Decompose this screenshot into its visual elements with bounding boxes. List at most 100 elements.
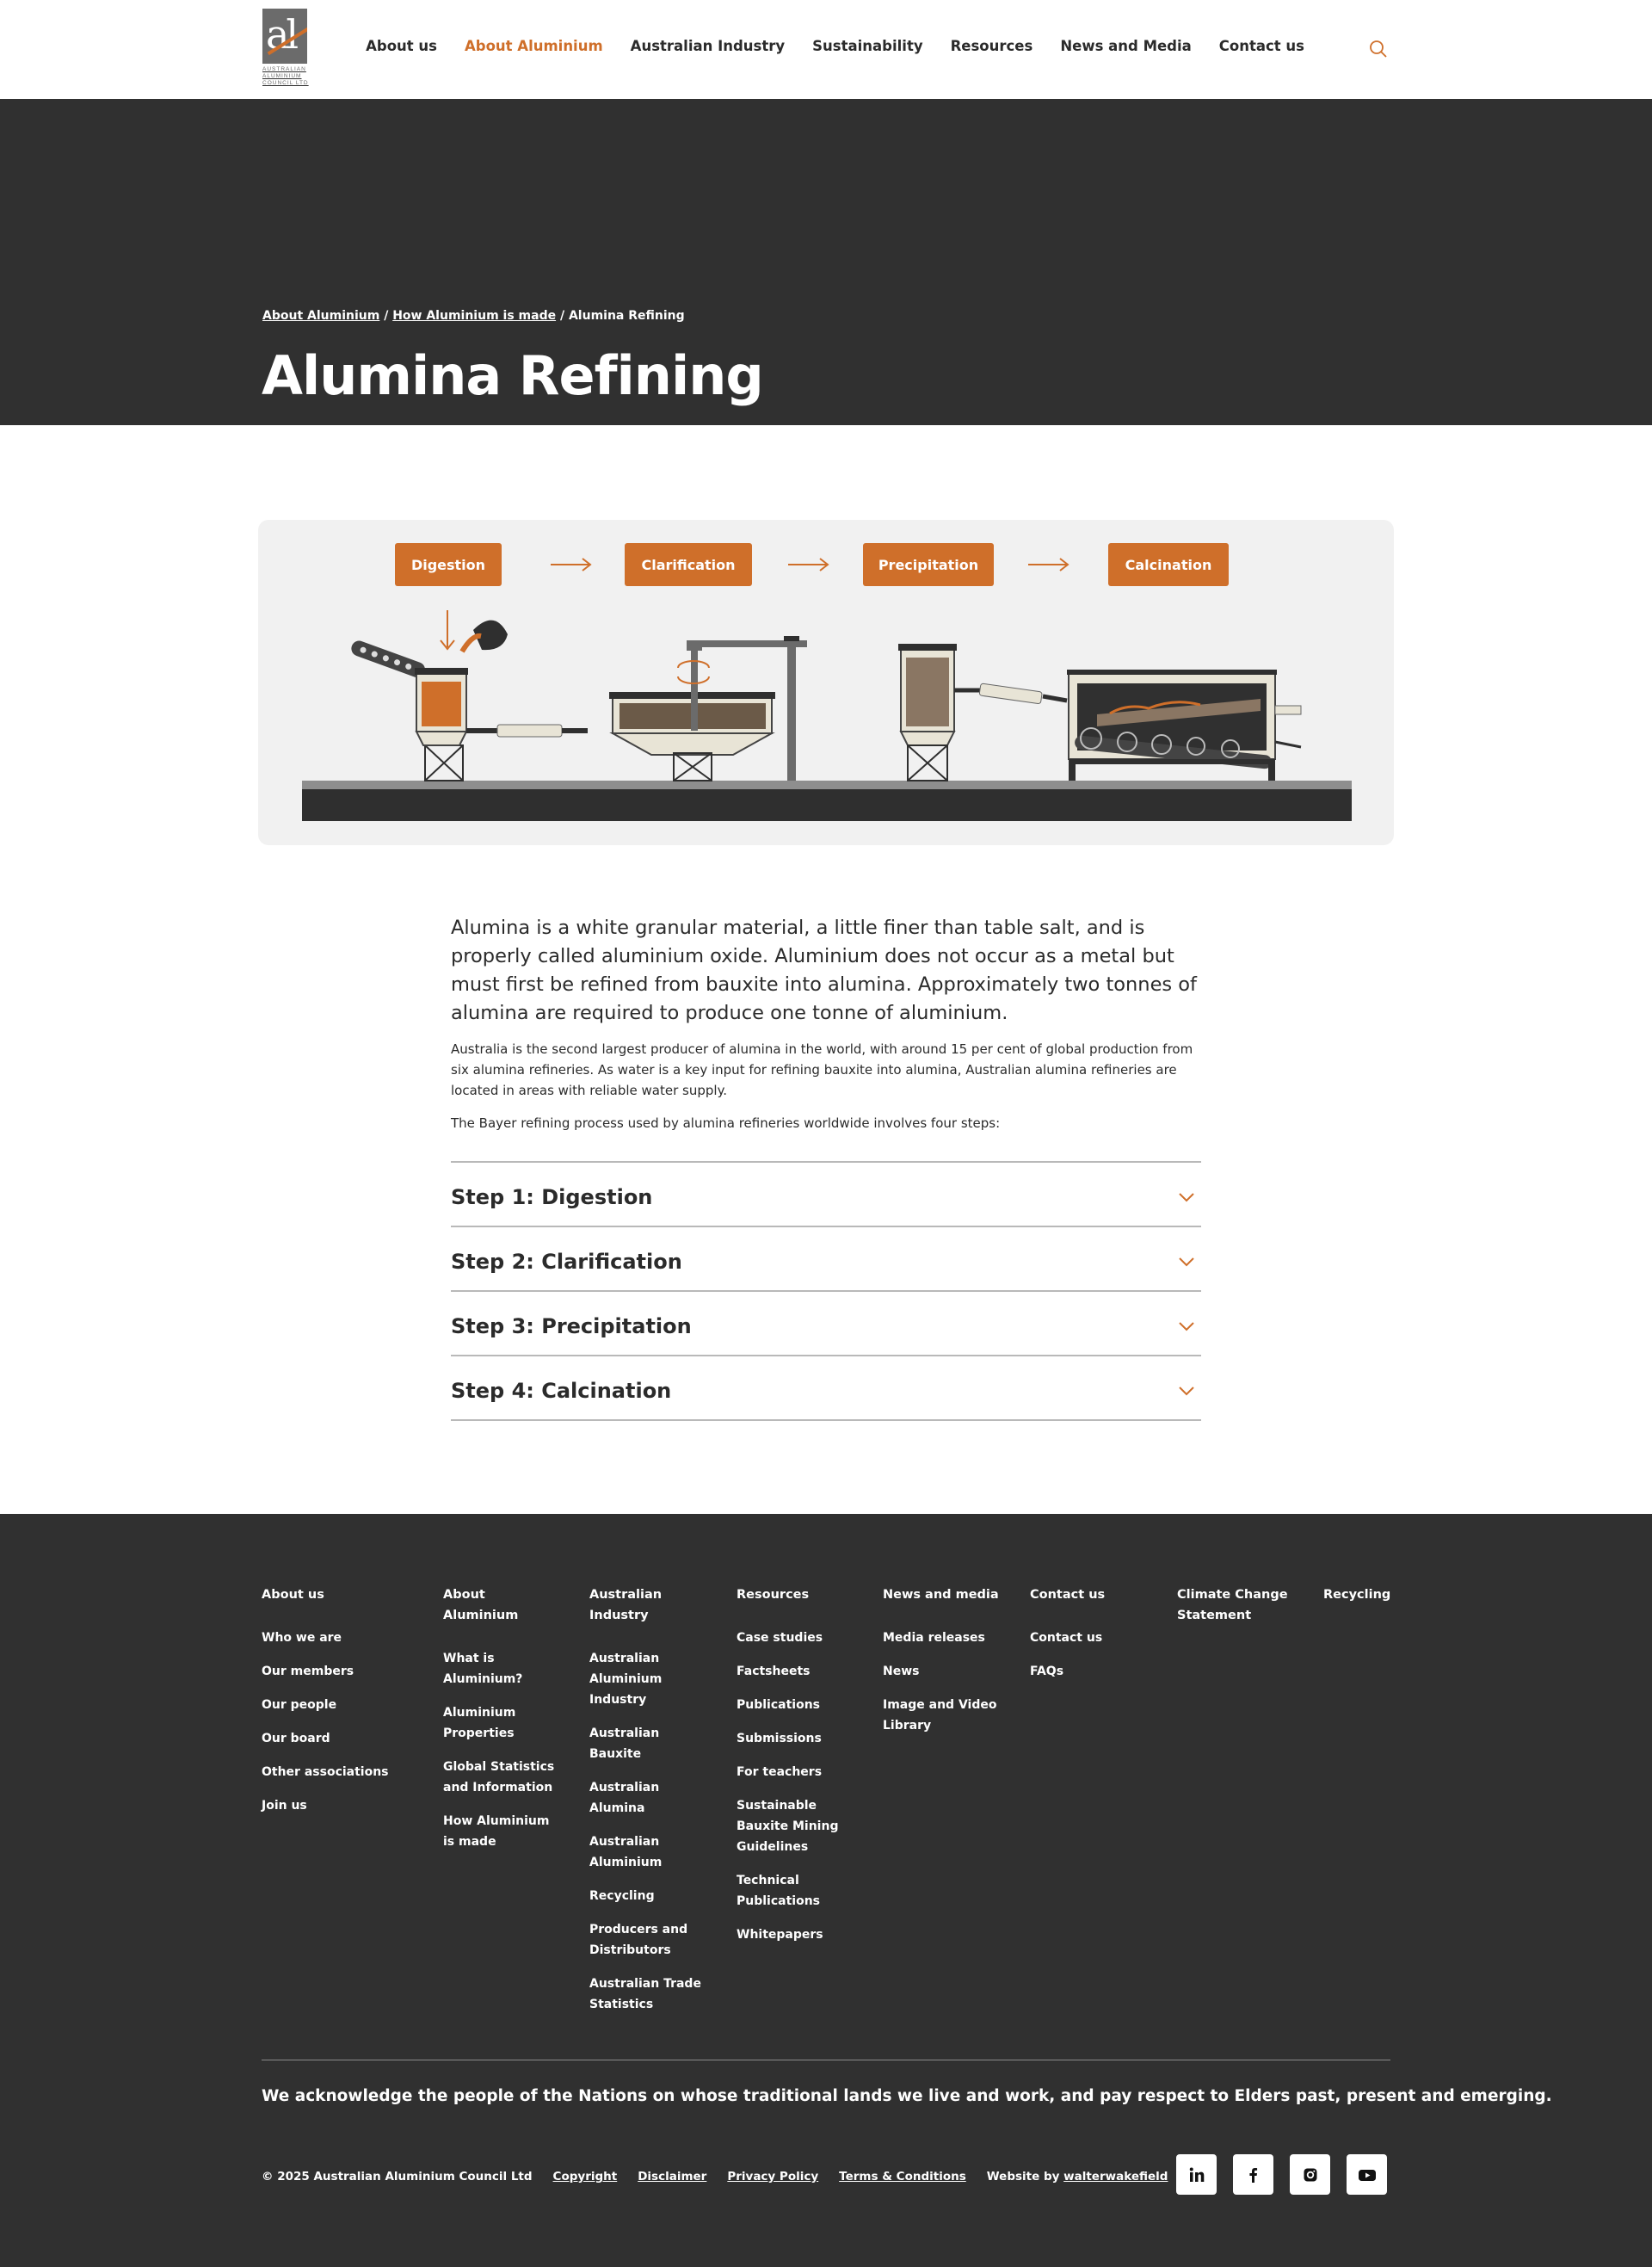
digestion-unit bbox=[351, 610, 588, 781]
clarification-unit bbox=[609, 636, 807, 781]
search-icon bbox=[1370, 40, 1387, 58]
lead-paragraph: Alumina is a white granular material, a … bbox=[451, 917, 1197, 1024]
footer-link[interactable]: Technical Publications bbox=[737, 1870, 840, 1912]
breadcrumb: About Aluminium / How Aluminium is made … bbox=[262, 309, 685, 323]
footer-heading[interactable]: Resources bbox=[737, 1584, 840, 1605]
footer-link[interactable]: Join us bbox=[262, 1795, 416, 1816]
accordion-step-1[interactable]: Step 1: Digestion bbox=[451, 1163, 1201, 1227]
credit-link[interactable]: walterwakefield bbox=[1063, 2170, 1168, 2184]
nav-resources[interactable]: Resources bbox=[951, 38, 1033, 54]
accordion-title: Step 2: Clarification bbox=[451, 1249, 682, 1274]
footer-link[interactable]: Aluminium Properties bbox=[443, 1702, 564, 1744]
footer-heading[interactable]: Australian Industry bbox=[589, 1584, 701, 1626]
footer-link[interactable]: Australian Trade Statistics bbox=[589, 1974, 701, 2015]
footer-link[interactable]: Image and Video Library bbox=[883, 1695, 1003, 1736]
site-footer: About us Who we are Our members Our peop… bbox=[0, 1514, 1652, 2267]
logo-mark: al bbox=[262, 9, 307, 64]
stage-precipitation: Precipitation bbox=[863, 543, 994, 586]
chevron-down-icon bbox=[1179, 1257, 1194, 1266]
copyright-notice: © 2025 Australian Aluminium Council Ltd bbox=[262, 2170, 533, 2184]
accordion-title: Step 4: Calcination bbox=[451, 1378, 672, 1403]
footer-link[interactable]: Recycling bbox=[589, 1886, 701, 1906]
footer-link[interactable]: Global Statistics and Information bbox=[443, 1757, 564, 1798]
footer-column-resources: Resources Case studies Factsheets Public… bbox=[737, 1584, 840, 1958]
footer-link[interactable]: Submissions bbox=[737, 1728, 840, 1749]
site-header: al AUSTRALIAN ALUMINIUM COUNCIL LTD Abou… bbox=[0, 0, 1652, 99]
steps-accordion: Step 1: Digestion Step 2: Clarification … bbox=[451, 1161, 1201, 1421]
footer-link[interactable]: Australian Alumina bbox=[589, 1777, 701, 1819]
page-title: Alumina Refining bbox=[262, 344, 764, 407]
footer-link[interactable]: Our members bbox=[262, 1661, 416, 1682]
footer-link[interactable]: FAQs bbox=[1030, 1661, 1142, 1682]
footer-heading[interactable]: Contact us bbox=[1030, 1584, 1142, 1605]
footer-link[interactable]: Our board bbox=[262, 1728, 416, 1749]
stage-digestion: Digestion bbox=[395, 543, 502, 586]
footer-link[interactable]: Australian Bauxite bbox=[589, 1723, 701, 1764]
privacy-policy-link[interactable]: Privacy Policy bbox=[727, 2170, 818, 2184]
body-paragraph: Australia is the second largest producer… bbox=[451, 1041, 1193, 1098]
nav-sustainability[interactable]: Sustainability bbox=[812, 38, 922, 54]
nav-about-us[interactable]: About us bbox=[366, 38, 437, 54]
footer-link[interactable]: Factsheets bbox=[737, 1661, 840, 1682]
footer-heading[interactable]: About us bbox=[262, 1584, 416, 1605]
footer-heading[interactable]: About Aluminium bbox=[443, 1584, 564, 1626]
footer-column-about-aluminium: About Aluminium What is Aluminium? Alumi… bbox=[443, 1584, 564, 1865]
process-diagram: Digestion Clarification Precipitation Ca… bbox=[258, 520, 1394, 845]
footer-link[interactable]: News bbox=[883, 1661, 1003, 1682]
footer-link[interactable]: Case studies bbox=[737, 1628, 840, 1648]
chevron-down-icon bbox=[1179, 1321, 1194, 1331]
nav-news-and-media[interactable]: News and Media bbox=[1060, 38, 1191, 54]
accordion-step-3[interactable]: Step 3: Precipitation bbox=[451, 1292, 1201, 1356]
footer-link[interactable]: Our people bbox=[262, 1695, 416, 1715]
footer-column-contact-us: Contact us Contact us FAQs bbox=[1030, 1584, 1142, 1695]
disclaimer-link[interactable]: Disclaimer bbox=[638, 2170, 706, 2184]
terms-conditions-link[interactable]: Terms & Conditions bbox=[839, 2170, 966, 2184]
facebook-icon bbox=[1248, 2167, 1257, 2183]
main-content: Alumina is a white granular material, a … bbox=[451, 914, 1201, 1421]
footer-link[interactable]: For teachers bbox=[737, 1762, 840, 1782]
ground-strip bbox=[302, 781, 1352, 789]
site-logo[interactable]: al AUSTRALIAN ALUMINIUM COUNCIL LTD bbox=[262, 9, 314, 91]
search-button[interactable] bbox=[1369, 40, 1388, 59]
hero-banner: About Aluminium / How Aluminium is made … bbox=[0, 99, 1652, 425]
ground-base bbox=[302, 789, 1352, 821]
accordion-step-2[interactable]: Step 2: Clarification bbox=[451, 1227, 1201, 1292]
website-credit: Website by walterwakefield bbox=[986, 2170, 1168, 2184]
nav-contact-us[interactable]: Contact us bbox=[1219, 38, 1304, 54]
footer-link[interactable]: Contact us bbox=[1030, 1628, 1142, 1648]
footer-link[interactable]: Media releases bbox=[883, 1628, 1003, 1648]
footer-link[interactable]: What is Aluminium? bbox=[443, 1648, 564, 1689]
instagram-button[interactable] bbox=[1290, 2154, 1330, 2195]
chevron-down-icon bbox=[1179, 1386, 1194, 1395]
linkedin-icon bbox=[1189, 2167, 1204, 2182]
footer-link[interactable]: Who we are bbox=[262, 1628, 416, 1648]
nav-australian-industry[interactable]: Australian Industry bbox=[631, 38, 785, 54]
footer-link[interactable]: Australian Aluminium bbox=[589, 1832, 701, 1873]
footer-link[interactable]: Sustainable Bauxite Mining Guidelines bbox=[737, 1795, 840, 1857]
footer-link[interactable]: How Aluminium is made bbox=[443, 1811, 564, 1852]
breadcrumb-how-aluminium-is-made[interactable]: How Aluminium is made bbox=[392, 309, 556, 323]
chevron-down-icon bbox=[1179, 1192, 1194, 1201]
footer-link[interactable]: Publications bbox=[737, 1695, 840, 1715]
accordion-title: Step 1: Digestion bbox=[451, 1184, 653, 1209]
linkedin-button[interactable] bbox=[1176, 2154, 1217, 2195]
footer-column-about-us: About us Who we are Our members Our peop… bbox=[262, 1584, 416, 1829]
breadcrumb-about-aluminium[interactable]: About Aluminium bbox=[262, 309, 379, 323]
footer-heading[interactable]: News and media bbox=[883, 1584, 1003, 1605]
nav-about-aluminium[interactable]: About Aluminium bbox=[465, 38, 603, 54]
footer-heading[interactable]: Recycling bbox=[1323, 1584, 1401, 1605]
footer-column-australian-industry: Australian Industry Australian Aluminium… bbox=[589, 1584, 701, 2028]
accordion-title: Step 3: Precipitation bbox=[451, 1313, 692, 1338]
footer-link[interactable]: Other associations bbox=[262, 1762, 416, 1782]
accordion-step-4[interactable]: Step 4: Calcination bbox=[451, 1356, 1201, 1421]
footer-link[interactable]: Australian Aluminium Industry bbox=[589, 1648, 701, 1710]
footer-link[interactable]: Producers and Distributors bbox=[589, 1919, 701, 1961]
calcination-kiln bbox=[1067, 670, 1302, 781]
breadcrumb-current: Alumina Refining bbox=[568, 309, 685, 323]
copyright-link[interactable]: Copyright bbox=[553, 2170, 618, 2184]
footer-heading[interactable]: Climate Change Statement bbox=[1177, 1584, 1289, 1626]
youtube-button[interactable] bbox=[1347, 2154, 1387, 2195]
footer-link[interactable]: Whitepapers bbox=[737, 1924, 840, 1945]
facebook-button[interactable] bbox=[1233, 2154, 1273, 2195]
body-paragraph: The Bayer refining process used by alumi… bbox=[451, 1115, 1001, 1131]
